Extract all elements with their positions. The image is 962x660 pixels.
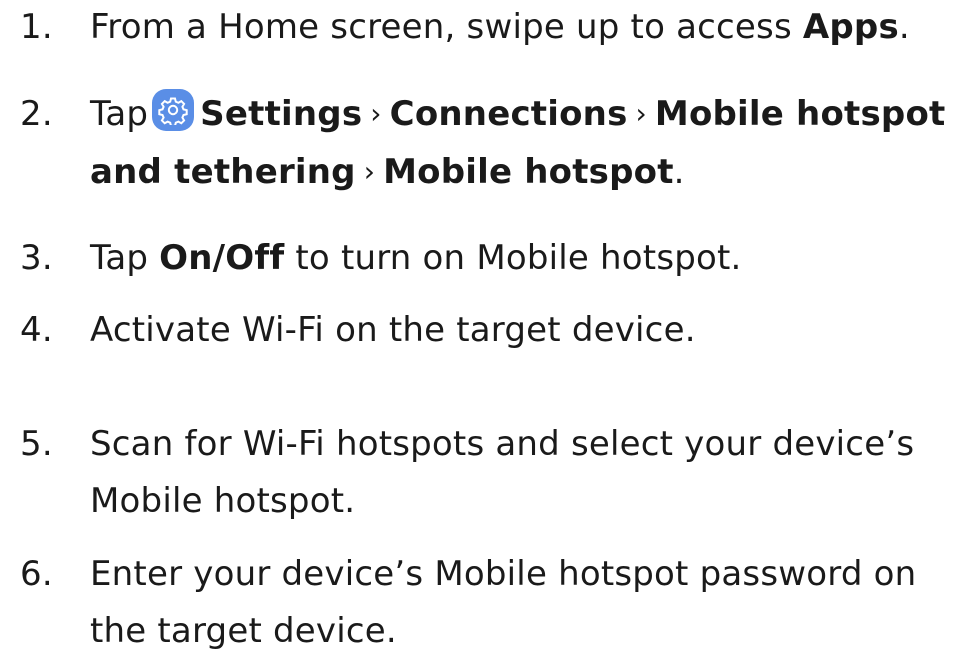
step-text: Activate Wi-Fi on the target device. bbox=[90, 310, 696, 350]
tap-label: Tap bbox=[90, 238, 160, 278]
and-tethering-label: and tethering bbox=[90, 152, 356, 192]
step-number: 4. bbox=[20, 310, 53, 350]
mobile-hotspot-label: Mobile hotspot bbox=[383, 152, 674, 192]
settings-gear-icon bbox=[152, 89, 195, 131]
mobile-hotspot-menu-label: Mobile hotspot bbox=[654, 94, 946, 134]
chevron-right-icon: › bbox=[370, 97, 382, 130]
step-number: 2. bbox=[20, 94, 53, 134]
step-line-1: Scan for Wi-Fi hotspots and select your … bbox=[90, 424, 915, 464]
step-text: Tap Settings › Connections › Mobile hotspot a… bbox=[90, 86, 960, 202]
chevron-right-icon: › bbox=[363, 155, 376, 188]
step-number: 3. bbox=[20, 238, 53, 278]
connections-label: Connections bbox=[389, 94, 628, 134]
step-line-1: Enter your device’s Mobile hotspot passw… bbox=[90, 554, 917, 594]
tap-label: Tap bbox=[90, 94, 149, 134]
step-line-2: the target device. bbox=[90, 611, 397, 651]
apps-label: Apps bbox=[802, 7, 899, 47]
step-text: Tap On/Off to turn on Mobile hotspot. bbox=[90, 230, 960, 287]
step-text: Scan for Wi-Fi hotspots and select your … bbox=[90, 416, 960, 530]
step-text-period: . bbox=[898, 7, 910, 47]
step-line-2: and tethering › Mobile hotspot. bbox=[90, 144, 960, 202]
on-off-label: On/Off bbox=[159, 238, 285, 278]
chevron-right-icon: › bbox=[635, 97, 647, 130]
step-text: Enter your device’s Mobile hotspot passw… bbox=[90, 546, 960, 660]
settings-label: Settings bbox=[200, 94, 363, 134]
step-line-2: Mobile hotspot. bbox=[90, 481, 356, 521]
step-number: 5. bbox=[20, 424, 53, 464]
step-text-plain: to turn on Mobile hotspot. bbox=[284, 238, 742, 278]
step-text: From a Home screen, swipe up to access A… bbox=[90, 0, 960, 56]
step-text-plain: From a Home screen, swipe up to access bbox=[90, 7, 803, 47]
step-line-1: Tap Settings › Connections › Mobile hotspot bbox=[90, 86, 960, 144]
step-text-period: . bbox=[673, 152, 685, 192]
step-number: 1. bbox=[20, 7, 53, 47]
step-number: 6. bbox=[20, 554, 53, 594]
